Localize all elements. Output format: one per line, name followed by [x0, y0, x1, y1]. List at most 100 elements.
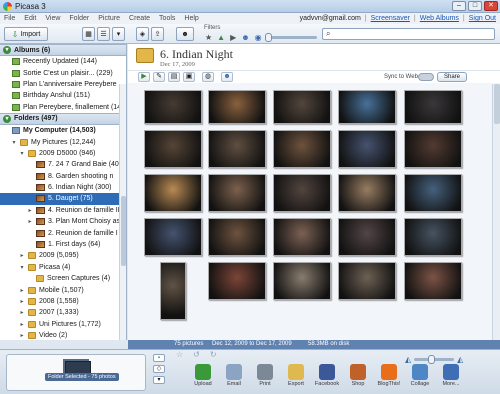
expand-icon[interactable]: ▸	[19, 298, 25, 305]
library-scrollbar[interactable]	[119, 84, 126, 340]
album-item[interactable]: Sortie C'est un plaisir... (229)	[0, 67, 126, 78]
menu-help[interactable]: Help	[184, 15, 198, 22]
tag-button[interactable]: ◈	[136, 27, 149, 41]
photo-thumbnail[interactable]	[160, 262, 186, 320]
folder-item[interactable]: ▸ Uni Pictures (1,772)	[0, 319, 126, 330]
photo-thumbnail[interactable]	[273, 262, 331, 300]
photo-thumbnail[interactable]	[208, 90, 266, 124]
photo-thumbnail[interactable]	[338, 218, 396, 256]
blogthis-button[interactable]: BlogThis!	[376, 364, 402, 387]
photo-thumbnail[interactable]	[144, 130, 202, 168]
photo-thumbnail[interactable]	[338, 90, 396, 124]
collapse-icon[interactable]: ▾	[3, 46, 11, 54]
email-button[interactable]: Email	[221, 364, 247, 387]
folder-item[interactable]: ▸ Video (2)	[0, 330, 126, 340]
rotate-left-icon[interactable]: ↺	[193, 350, 200, 359]
expand-icon[interactable]: ▸	[19, 321, 25, 328]
expand-icon[interactable]: ▾	[19, 264, 25, 271]
photo-thumbnail[interactable]	[144, 174, 202, 212]
photo-thumbnail[interactable]	[273, 174, 331, 212]
folder-item[interactable]: ▸ 2008 (1,558)	[0, 296, 126, 307]
geotag-filter-icon[interactable]: ◉	[255, 33, 262, 42]
photo-thumbnail[interactable]	[338, 262, 396, 300]
upload-button[interactable]: ⇪	[151, 27, 164, 41]
folder-item[interactable]: ▾ My Pictures (12,244)	[0, 136, 126, 147]
expand-icon[interactable]: ▸	[27, 218, 33, 225]
folder-item[interactable]: ▾ Picasa (4)	[0, 262, 126, 273]
maximize-button[interactable]: □	[468, 1, 482, 11]
photo-thumbnail[interactable]	[273, 218, 331, 256]
people-folder-button[interactable]: ☻	[221, 72, 233, 82]
facebook-button[interactable]: Facebook	[314, 364, 340, 387]
folder-item[interactable]: ▸ 4. Reunion de famille II	[0, 205, 126, 216]
upload-button[interactable]: Upload	[190, 364, 216, 387]
photo-thumbnail[interactable]	[273, 90, 331, 124]
folder-title[interactable]: 6. Indian Night	[160, 47, 233, 62]
hold-button[interactable]: ▪	[153, 354, 165, 362]
scrollbar-thumb[interactable]	[494, 84, 500, 124]
print-button[interactable]: Print	[252, 364, 278, 387]
star-icon[interactable]: ☆	[176, 350, 183, 359]
photo-thumbnail[interactable]	[144, 218, 202, 256]
screensaver-link[interactable]: Screensaver	[371, 15, 410, 22]
share-button[interactable]: Share	[437, 72, 467, 82]
folder-item[interactable]: 1. First days (64)	[0, 239, 126, 250]
album-item[interactable]: Plan L'anniversaire Pereybere	[0, 79, 126, 90]
menu-create[interactable]: Create	[129, 15, 150, 22]
people-button[interactable]: ☻	[176, 27, 194, 41]
filter-slider[interactable]	[265, 33, 317, 42]
photo-thumbnail[interactable]	[404, 130, 462, 168]
folder-item[interactable]: ▸ 2007 (1,333)	[0, 307, 126, 318]
expand-icon[interactable]: ▸	[19, 287, 25, 294]
folder-item[interactable]: ▾ 2009 D5000 (946)	[0, 148, 126, 159]
thumbnail-size-slider[interactable]	[414, 355, 455, 364]
upload-filter-icon[interactable]: ▲	[217, 33, 225, 42]
photo-thumbnail[interactable]	[404, 174, 462, 212]
menu-file[interactable]: File	[4, 15, 15, 22]
expand-icon[interactable]: ▸	[27, 207, 33, 214]
sync-toggle[interactable]	[418, 73, 434, 81]
menu-tools[interactable]: Tools	[159, 15, 175, 22]
slider-knob[interactable]	[428, 355, 436, 364]
folder-item[interactable]: 6. Indian Night (300)	[0, 182, 126, 193]
tag-tray-button[interactable]: ▾	[153, 376, 165, 384]
more-button[interactable]: More...	[438, 364, 464, 387]
export-button[interactable]: Export	[283, 364, 309, 387]
geotag-folder-button[interactable]: ◍	[202, 72, 214, 82]
video-filter-icon[interactable]: ▶	[230, 33, 236, 42]
people-filter-icon[interactable]: ☻	[241, 33, 249, 42]
photo-thumbnail[interactable]	[338, 174, 396, 212]
photo-thumbnail[interactable]	[404, 90, 462, 124]
search-box[interactable]: ⌕	[322, 28, 495, 40]
list-view-button[interactable]: ☰	[97, 27, 110, 41]
sign-out-link[interactable]: Sign Out	[469, 15, 496, 22]
album-item[interactable]: Plan Pereybere, finallement (143)	[0, 102, 126, 113]
folder-item[interactable]: 2. Reunion de famille I	[0, 227, 126, 238]
thumbnail-view-button[interactable]: ▦	[82, 27, 95, 41]
minimize-button[interactable]: –	[452, 1, 466, 11]
folder-item[interactable]: 7. 24 7 Grand Baie (40)	[0, 159, 126, 170]
photo-thumbnail[interactable]	[338, 130, 396, 168]
expand-icon[interactable]: ▸	[19, 332, 25, 339]
photo-thumbnail[interactable]	[208, 174, 266, 212]
clear-button[interactable]: ◇	[153, 365, 165, 373]
photo-thumbnail[interactable]	[404, 262, 462, 300]
edit-folder-button[interactable]: ✎	[153, 72, 165, 82]
folder-item[interactable]: ▸ Mobile (1,507)	[0, 284, 126, 295]
rotate-right-icon[interactable]: ↻	[210, 350, 217, 359]
menu-picture[interactable]: Picture	[98, 15, 120, 22]
folders-header[interactable]: ▾ Folders (497)	[0, 112, 126, 125]
grid-scrollbar[interactable]	[492, 84, 500, 340]
folder-item[interactable]: Screen Captures (4)	[0, 273, 126, 284]
collapse-icon[interactable]: ▾	[3, 114, 11, 123]
scrollbar-thumb[interactable]	[121, 196, 126, 266]
movie-folder-button[interactable]: ▣	[183, 72, 195, 82]
photo-thumbnail[interactable]	[208, 218, 266, 256]
slideshow-button[interactable]: ▶	[138, 72, 150, 82]
menu-view[interactable]: View	[45, 15, 60, 22]
slider-knob[interactable]	[265, 33, 272, 42]
photo-thumbnail[interactable]	[208, 262, 266, 300]
close-button[interactable]: ✕	[484, 1, 498, 11]
album-item[interactable]: Recently Updated (144)	[0, 56, 126, 67]
photo-thumbnail[interactable]	[273, 130, 331, 168]
